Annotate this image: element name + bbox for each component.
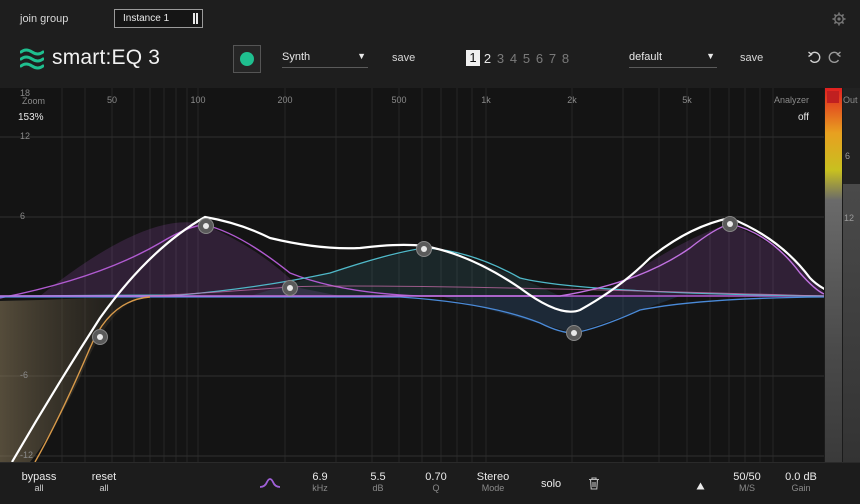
- solo-button[interactable]: solo: [541, 478, 561, 490]
- clip-indicator[interactable]: [827, 91, 839, 103]
- band-handle-4[interactable]: [566, 325, 582, 341]
- ms-value: 50/50: [733, 471, 761, 483]
- slot-1[interactable]: 1: [466, 50, 480, 66]
- handle-dot-icon: [727, 221, 733, 227]
- output-gain-value: 0.0 dB: [785, 471, 817, 483]
- q-value: 0.70: [425, 471, 447, 483]
- band-handle-2[interactable]: [282, 280, 298, 296]
- meter-bar-right: [843, 88, 860, 462]
- instance-selector[interactable]: Instance 1: [114, 9, 203, 28]
- save-preset-button[interactable]: save: [740, 52, 763, 64]
- meter-fill-right: [843, 184, 860, 462]
- chevron-down-icon: ▼: [706, 51, 715, 61]
- gain-control[interactable]: 5.5 dB: [358, 471, 398, 493]
- slot-6[interactable]: 6: [534, 51, 545, 66]
- instance-handle-icon: [193, 13, 195, 24]
- instance-name: Instance 1: [123, 13, 170, 24]
- output-gain-control[interactable]: 0.0 dB Gain: [780, 471, 822, 493]
- chevron-down-icon: ▼: [357, 51, 366, 61]
- ms-unit: M/S: [738, 483, 755, 493]
- meter-label-12: 12: [844, 213, 855, 223]
- save-profile-button[interactable]: save: [392, 52, 415, 64]
- zoom-label: Zoom: [22, 96, 46, 106]
- app-title: smart:EQ 3: [52, 46, 161, 69]
- meter-label-6: 6: [845, 151, 851, 161]
- handle-dot-icon: [287, 285, 293, 291]
- eq-curve-canvas[interactable]: [0, 88, 824, 462]
- profile-dropdown[interactable]: Synth ▼: [282, 51, 368, 68]
- trash-icon[interactable]: [588, 477, 600, 490]
- analyzer-toggle[interactable]: off: [798, 112, 809, 123]
- freq-label-50: 50: [106, 95, 118, 105]
- slot-4[interactable]: 4: [508, 51, 519, 66]
- output-gain-unit: Gain: [791, 483, 811, 493]
- freq-label-500: 500: [391, 95, 407, 105]
- db-label-minus12: -12: [20, 450, 34, 460]
- slot-selector: 1 2 3 4 5 6 7 8: [466, 50, 571, 66]
- db-label-minus6: -6: [20, 370, 29, 380]
- handle-dot-icon: [203, 223, 209, 229]
- bottom-bar: bypass all reset all 6.9 kHz 5.5 dB 0.70…: [0, 462, 860, 504]
- meter-bar-left: [825, 88, 842, 462]
- slot-8[interactable]: 8: [560, 51, 571, 66]
- redo-icon[interactable]: [826, 49, 842, 65]
- slot-3[interactable]: 3: [495, 51, 506, 66]
- bypass-all-button[interactable]: bypass all: [16, 471, 62, 493]
- analyzer-label: Analyzer: [774, 95, 810, 105]
- header-bar: smart:EQ 3 Synth ▼ save 1 2 3 4 5 6 7 8 …: [0, 38, 860, 88]
- freq-label-1k: 1k: [481, 95, 491, 105]
- top-bar: join group Instance 1: [0, 0, 860, 39]
- freq-label-200: 200: [277, 95, 293, 105]
- zoom-value[interactable]: 153%: [18, 112, 44, 123]
- reset-all-button[interactable]: reset all: [84, 471, 124, 493]
- db-label-6: 6: [20, 211, 26, 221]
- frequency-value: 6.9: [312, 471, 328, 483]
- preset-dropdown[interactable]: default ▼: [629, 51, 717, 68]
- handle-dot-icon: [97, 334, 103, 340]
- frequency-unit: kHz: [312, 483, 328, 493]
- gain-value: 5.5: [370, 471, 386, 483]
- q-unit: Q: [432, 483, 440, 493]
- bypass-label: bypass: [21, 471, 57, 483]
- bell-filter-icon[interactable]: [259, 477, 281, 489]
- mode-unit: Mode: [481, 483, 505, 493]
- bypass-sub: all: [34, 483, 44, 493]
- freq-label-2k: 2k: [567, 95, 577, 105]
- undo-icon[interactable]: [807, 49, 823, 65]
- ms-balance-control[interactable]: 50/50 M/S: [726, 471, 768, 493]
- join-group-button[interactable]: join group: [20, 13, 68, 25]
- handle-dot-icon: [421, 246, 427, 252]
- process-indicator-icon: [240, 52, 254, 66]
- band-handle-5[interactable]: [722, 216, 738, 232]
- freq-label-5k: 5k: [682, 95, 692, 105]
- frequency-control[interactable]: 6.9 kHz: [300, 471, 340, 493]
- mode-control[interactable]: Stereo Mode: [470, 471, 516, 493]
- preset-value: default: [629, 51, 663, 63]
- gain-unit: dB: [372, 483, 384, 493]
- reset-sub: all: [99, 483, 109, 493]
- slot-7[interactable]: 7: [547, 51, 558, 66]
- out-label: Out: [843, 95, 858, 105]
- handle-dot-icon: [571, 330, 577, 336]
- gear-icon[interactable]: [832, 12, 846, 26]
- reset-label: reset: [91, 471, 117, 483]
- db-label-12: 12: [20, 131, 31, 141]
- q-control[interactable]: 0.70 Q: [416, 471, 456, 493]
- slot-2[interactable]: 2: [482, 51, 493, 66]
- smart-process-button[interactable]: [233, 45, 261, 73]
- output-meter: Out 6 12: [824, 88, 860, 462]
- freq-label-100: 100: [190, 95, 206, 105]
- expand-up-icon[interactable]: [696, 482, 705, 490]
- slot-5[interactable]: 5: [521, 51, 532, 66]
- sonible-logo-icon: [20, 48, 44, 70]
- profile-value: Synth: [282, 51, 311, 63]
- band-handle-lowcut[interactable]: [92, 329, 108, 345]
- band-handle-1[interactable]: [198, 218, 214, 234]
- mode-value: Stereo: [476, 471, 510, 483]
- band-handle-3[interactable]: [416, 241, 432, 257]
- eq-graph[interactable]: 50 100 200 500 1k 2k 5k 18 12 6 -6 -12 Z…: [0, 88, 824, 462]
